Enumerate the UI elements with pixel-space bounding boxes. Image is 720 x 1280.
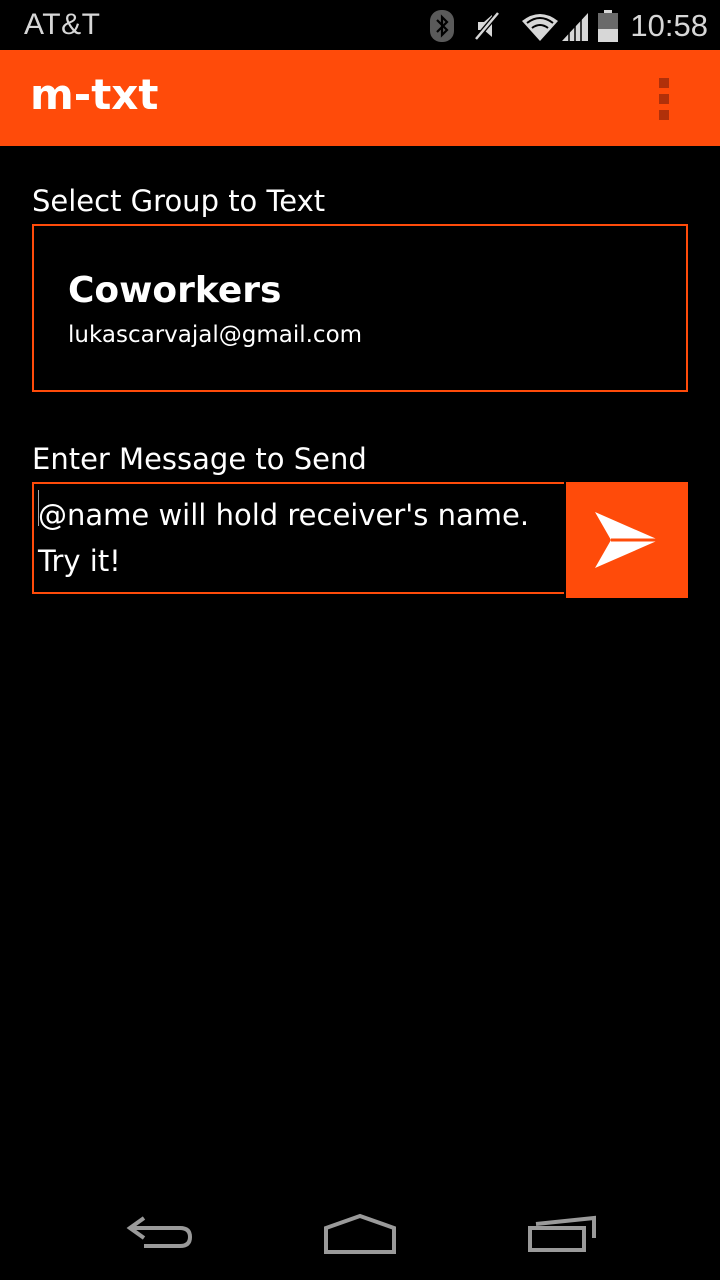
group-name: Coworkers bbox=[68, 270, 282, 311]
status-icons: 10:58 bbox=[428, 6, 708, 46]
group-email: lukascarvajal@gmail.com bbox=[68, 322, 363, 348]
home-icon[interactable] bbox=[322, 1212, 398, 1256]
app-bar: m-txt bbox=[0, 50, 720, 146]
recents-icon[interactable] bbox=[526, 1212, 600, 1256]
message-input[interactable]: @name will hold receiver's name. Try it! bbox=[32, 482, 564, 594]
screen: AT&T 10:58 m-txt Select Group to Text Co… bbox=[0, 0, 720, 1280]
app-title: m-txt bbox=[30, 70, 159, 119]
status-bar: AT&T 10:58 bbox=[0, 0, 720, 50]
overflow-menu-icon[interactable] bbox=[652, 78, 676, 122]
enter-message-label: Enter Message to Send bbox=[32, 442, 367, 476]
send-button[interactable] bbox=[566, 482, 688, 598]
text-cursor bbox=[38, 490, 39, 526]
wifi-icon bbox=[522, 14, 559, 41]
select-group-label: Select Group to Text bbox=[32, 184, 326, 218]
send-icon bbox=[595, 512, 659, 568]
group-selector[interactable]: Coworkers lukascarvajal@gmail.com bbox=[32, 224, 688, 392]
navigation-bar bbox=[0, 1184, 720, 1280]
back-icon[interactable] bbox=[124, 1212, 196, 1256]
clock: 10:58 bbox=[630, 8, 708, 43]
signal-icon bbox=[562, 13, 589, 41]
bluetooth-icon bbox=[430, 10, 455, 42]
carrier-label: AT&T bbox=[24, 8, 101, 41]
battery-icon bbox=[598, 10, 619, 42]
vibrate-off-icon bbox=[474, 11, 501, 41]
